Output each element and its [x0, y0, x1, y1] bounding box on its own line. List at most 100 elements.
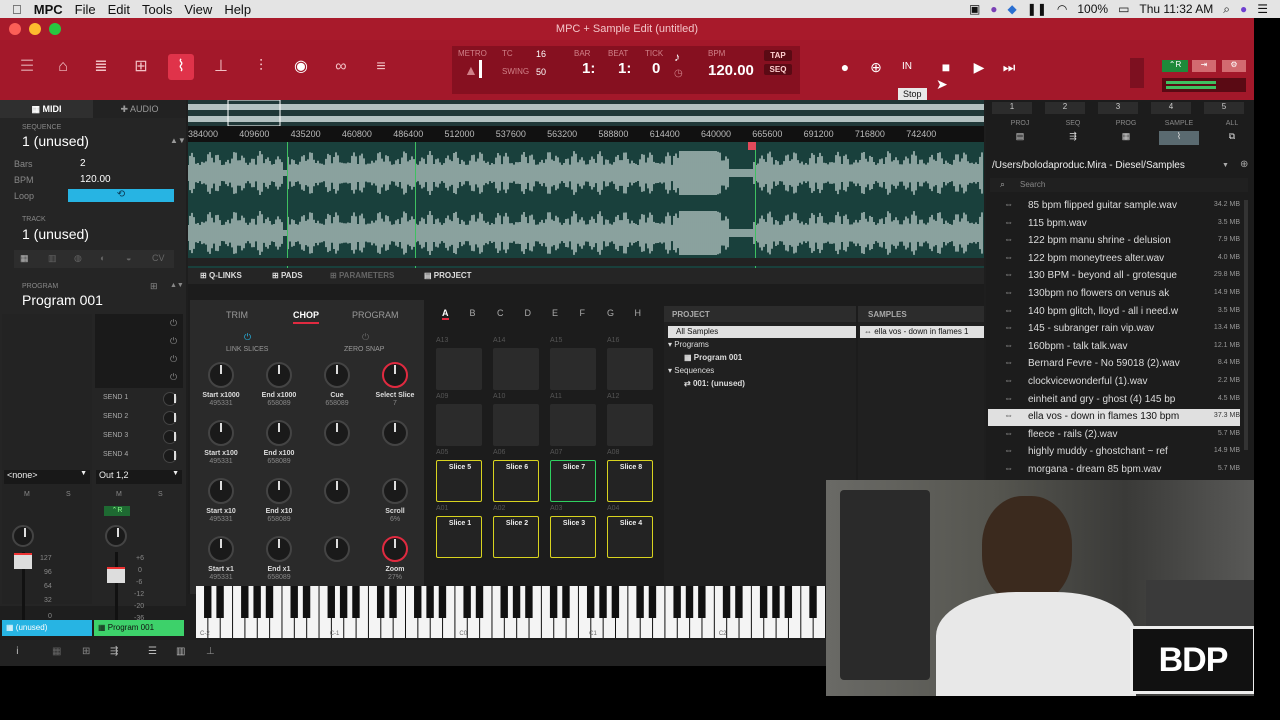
search-field[interactable]: ⌕ Search: [990, 178, 1248, 192]
param-knob[interactable]: [382, 536, 408, 562]
pad-bank-a[interactable]: A: [442, 308, 449, 320]
file-row[interactable]: ⇔ clockvicewonderful (1).wav 2.2 MB: [988, 374, 1240, 391]
program-add-icon[interactable]: ⊞: [150, 281, 158, 292]
channel-name-1[interactable]: ▦ (unused): [2, 620, 92, 636]
pad[interactable]: [436, 348, 482, 390]
pan-knob-2[interactable]: [105, 525, 127, 547]
dropbox-icon[interactable]: ◆: [1008, 2, 1017, 16]
browser-number-tab[interactable]: 1: [992, 102, 1032, 114]
param-knob[interactable]: [324, 536, 350, 562]
tab-audio[interactable]: ✚ AUDIO: [93, 100, 186, 118]
cv-mode-icon[interactable]: CV: [152, 253, 165, 263]
param-knob[interactable]: [324, 362, 350, 388]
pad[interactable]: [550, 404, 596, 446]
tab-qlinks[interactable]: ⊞ Q-LINKS: [200, 271, 242, 280]
menu-tools[interactable]: Tools: [142, 2, 172, 17]
pan-knob-1[interactable]: [12, 525, 34, 547]
keys-mode-icon[interactable]: ▥: [48, 253, 57, 264]
browser-icon[interactable]: ≣: [88, 54, 114, 80]
metronome-icon[interactable]: ▲: [464, 62, 478, 78]
channel-mixer-icon[interactable]: ⫶: [248, 54, 274, 80]
settings-button[interactable]: ⚙: [1222, 60, 1246, 72]
tap-button[interactable]: TAP: [764, 50, 792, 61]
black-key[interactable]: [648, 586, 657, 618]
overdub-button[interactable]: ⊕: [863, 54, 889, 80]
drum-mode-icon[interactable]: ◍: [74, 253, 82, 264]
param-knob[interactable]: [324, 478, 350, 504]
param-knob[interactable]: [382, 478, 408, 504]
browser-path[interactable]: /Users/bolodaproduc.Mira - Diesel/Sample…: [992, 160, 1226, 171]
param-knob[interactable]: [208, 420, 234, 446]
play-button[interactable]: ▶: [966, 54, 992, 80]
slice-marker[interactable]: [755, 142, 756, 268]
program-dropdown-icon[interactable]: ▲▼: [170, 282, 184, 289]
file-row[interactable]: ⇔ fleece - rails (2).wav 5.7 MB: [988, 427, 1240, 444]
file-row[interactable]: ⇔ 130 BPM - beyond all - grotesque 29.8 MB: [988, 268, 1240, 285]
mixer-icon[interactable]: ⊥: [208, 54, 234, 80]
file-row[interactable]: ⇔ 122 bpm moneytrees alter.wav 4.0 MB: [988, 251, 1240, 268]
solo-button[interactable]: S: [158, 491, 163, 498]
fader-2[interactable]: [107, 567, 125, 583]
param-knob[interactable]: [208, 362, 234, 388]
clock[interactable]: Thu 11:32 AM: [1139, 2, 1213, 16]
file-row[interactable]: ⇔ einheit and gry - ghost (4) 145 bp 4.5 M…: [988, 392, 1240, 409]
black-key[interactable]: [549, 586, 558, 618]
black-key[interactable]: [759, 586, 768, 618]
battery-icon[interactable]: ▭: [1118, 2, 1129, 16]
pad-mode-icon[interactable]: ▦: [20, 253, 29, 264]
pad[interactable]: Slice 4: [607, 516, 653, 558]
pad-bank-h[interactable]: H: [635, 308, 642, 318]
waveform-scrollbar[interactable]: [188, 258, 984, 266]
sample-edit-icon[interactable]: ⌇: [168, 54, 194, 80]
black-key[interactable]: [809, 586, 817, 618]
circle-app-icon[interactable]: ●: [990, 2, 997, 16]
apple-icon[interactable]: : [12, 2, 22, 17]
pad[interactable]: Slice 3: [550, 516, 596, 558]
black-key[interactable]: [685, 586, 694, 618]
notification-center-icon[interactable]: ☰: [1257, 2, 1268, 16]
browser-number-tab[interactable]: 3: [1098, 102, 1138, 114]
browser-tab-icon[interactable]: ⌇: [1159, 131, 1199, 145]
loop-icon[interactable]: ∞: [328, 54, 354, 80]
spotlight-icon[interactable]: ⌕: [1223, 2, 1230, 17]
bars-value[interactable]: 2: [80, 158, 86, 169]
siri-icon[interactable]: ●: [1240, 2, 1247, 16]
pad[interactable]: Slice 8: [607, 460, 653, 502]
param-knob[interactable]: [266, 536, 292, 562]
file-row[interactable]: ⇔ ella vos - down in flames 130 bpm 37.3 M…: [988, 409, 1240, 427]
record-button[interactable]: ●: [832, 54, 858, 80]
keyboard-view-icon[interactable]: ▥: [176, 646, 185, 657]
black-key[interactable]: [463, 586, 471, 618]
black-key[interactable]: [772, 586, 780, 618]
param-knob[interactable]: [324, 420, 350, 446]
pad[interactable]: [493, 348, 539, 390]
info-icon[interactable]: ⅰ: [16, 646, 19, 657]
pad[interactable]: [493, 404, 539, 446]
black-key[interactable]: [784, 586, 793, 618]
tick-value[interactable]: 0: [652, 60, 660, 77]
main-mode-icon[interactable]: ⌂: [50, 54, 76, 80]
clip-mode-icon[interactable]: ◒: [126, 253, 131, 263]
tc-value[interactable]: 16: [536, 49, 546, 59]
browser-tab-all[interactable]: ALL: [1212, 120, 1252, 127]
black-key[interactable]: [253, 586, 261, 618]
mr-button[interactable]: ⌃R: [1162, 60, 1188, 72]
black-key[interactable]: [562, 586, 570, 618]
param-knob[interactable]: [266, 478, 292, 504]
file-row[interactable]: ⇔ 140 bpm glitch, lloyd - all i need.w 3.5…: [988, 304, 1240, 321]
param-knob[interactable]: [382, 362, 408, 388]
plugin-mode-icon[interactable]: ◐: [100, 253, 105, 263]
file-row[interactable]: ⇔ 122 bpm manu shrine - delusion 7.9 MB: [988, 233, 1240, 250]
tab-program[interactable]: PROGRAM: [352, 310, 399, 320]
browser-number-tab[interactable]: 5: [1204, 102, 1244, 114]
bar-value[interactable]: 1:: [582, 60, 595, 77]
pad[interactable]: Slice 1: [436, 516, 482, 558]
param-knob[interactable]: [208, 478, 234, 504]
send-3-knob[interactable]: [163, 430, 177, 444]
black-key[interactable]: [265, 586, 274, 618]
pad-bank-g[interactable]: G: [607, 308, 614, 318]
rows-view-icon[interactable]: ☰: [148, 646, 157, 657]
power-icon[interactable]: ⏻: [170, 372, 177, 383]
input-monitor-button[interactable]: IN: [894, 54, 920, 80]
black-key[interactable]: [414, 586, 422, 618]
